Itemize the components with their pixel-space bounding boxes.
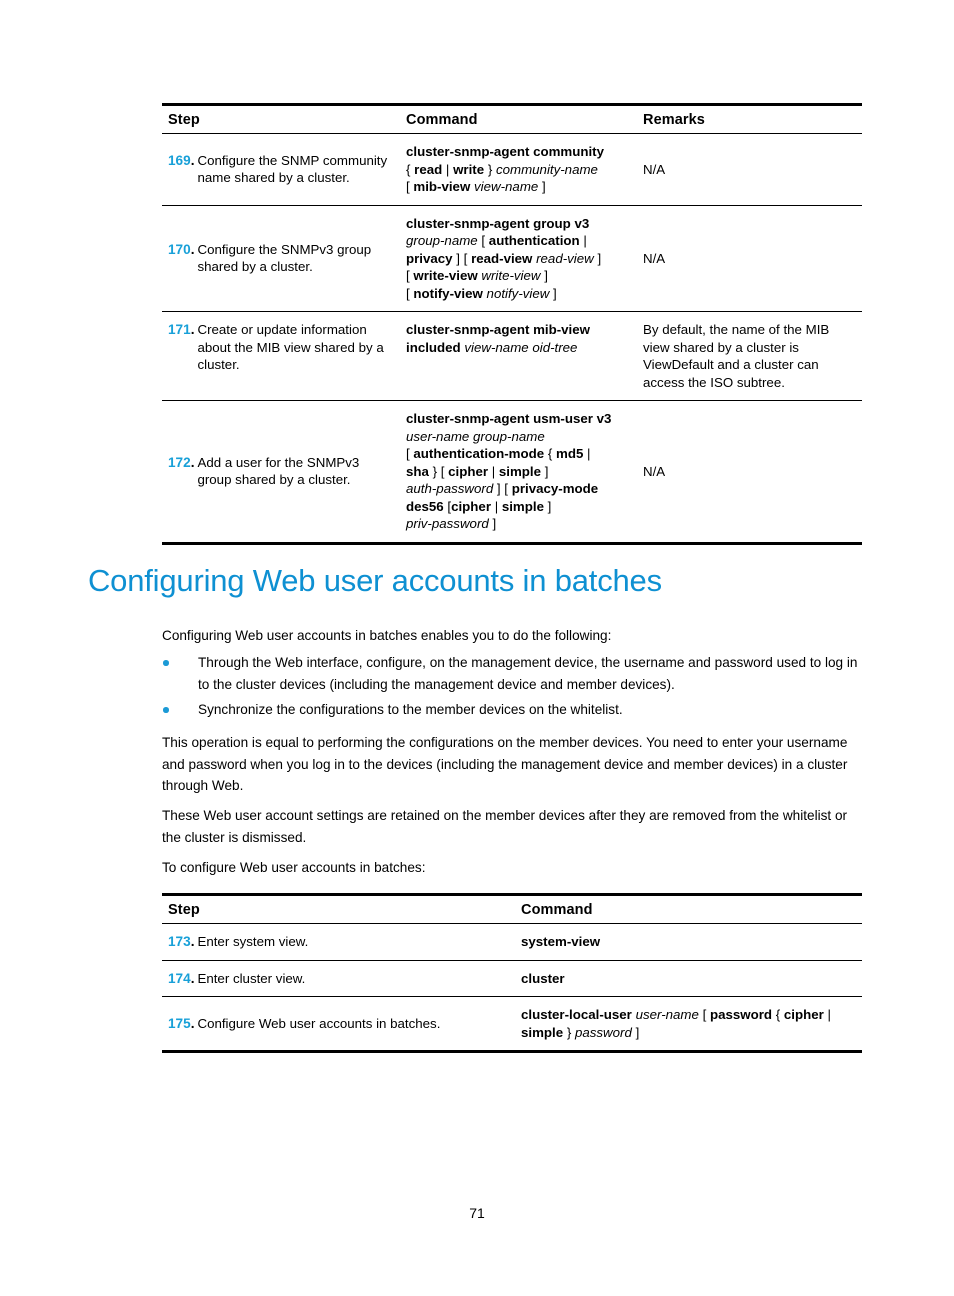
column-header-step: Step xyxy=(162,104,400,134)
table-header: Step Command xyxy=(162,894,862,924)
command-cell: cluster-snmp-agent group v3 group-name [ … xyxy=(400,205,637,312)
step-number: 171. xyxy=(168,322,195,337)
step-cell: 173. Enter system view. xyxy=(162,923,515,961)
column-header-step: Step xyxy=(162,894,515,924)
command-cell: cluster-snmp-agent mib-view included view… xyxy=(400,311,637,401)
step-description: Enter cluster view. xyxy=(197,970,306,986)
section-heading: Configuring Web user accounts in batches xyxy=(88,563,662,598)
step-number: 175. xyxy=(168,1015,195,1031)
step-cell: 174. Enter cluster view. xyxy=(162,960,515,997)
snmp-table-body: 169. Configure the SNMP community name sh… xyxy=(162,133,862,545)
step-number: 172. xyxy=(168,454,195,470)
document-page: Step Command Remarks 169. Configure the S… xyxy=(0,0,954,1296)
command-cell: system-view xyxy=(515,923,862,961)
step-number: 173. xyxy=(168,934,195,949)
step-cell: 171. Create or update information about t… xyxy=(162,311,400,401)
list-item-text: Through the Web interface, configure, on… xyxy=(198,655,858,692)
paragraph-settings-retained: These Web user account settings are reta… xyxy=(162,808,848,845)
column-header-remarks: Remarks xyxy=(637,104,862,134)
table-row: 173. Enter system view. system-view xyxy=(162,923,862,961)
paragraph-operation-equivalence: This operation is equal to performing th… xyxy=(162,735,848,793)
table-row: 171. Create or update information about t… xyxy=(162,311,862,401)
list-item: Through the Web interface, configure, on… xyxy=(162,652,865,695)
remarks-cell: N/A xyxy=(637,400,862,545)
table-row: 175. Configure Web user accounts in batch… xyxy=(162,996,862,1053)
step-cell: 175. Configure Web user accounts in batch… xyxy=(162,996,515,1053)
intro-paragraph: Configuring Web user accounts in batches… xyxy=(162,628,612,643)
web-table-body: 173. Enter system view. system-view 174. Ent… xyxy=(162,923,862,1053)
remarks-cell: By default, the name of the MIB view sha… xyxy=(637,311,862,401)
table-row: 170. Configure the SNMPv3 group shared by… xyxy=(162,205,862,312)
command-cell: cluster xyxy=(515,960,862,997)
step-cell: 169. Configure the SNMP community name sh… xyxy=(162,133,400,206)
step-cell: 172. Add a user for the SNMPv3 group shar… xyxy=(162,400,400,545)
remarks-cell: N/A xyxy=(637,133,862,206)
step-number: 169. xyxy=(168,152,195,168)
list-item-text: Synchronize the configurations to the me… xyxy=(198,702,623,717)
remarks-cell: N/A xyxy=(637,205,862,312)
list-item: Synchronize the configurations to the me… xyxy=(162,699,865,721)
column-header-command: Command xyxy=(400,104,637,134)
step-description: Enter system view. xyxy=(197,934,309,949)
step-number: 170. xyxy=(168,241,195,257)
web-user-accounts-table: Step Command 173. Enter system view. syste… xyxy=(162,893,862,1053)
command-cell: cluster-local-user user-name [ password … xyxy=(515,996,862,1053)
feature-bullet-list: Through the Web interface, configure, on… xyxy=(162,652,865,725)
command-cell: cluster-snmp-agent usm-user v3 user-name … xyxy=(400,400,637,545)
step-cell: 170. Configure the SNMPv3 group shared by… xyxy=(162,205,400,312)
table-row: 169. Configure the SNMP community name sh… xyxy=(162,133,862,206)
bullet-dot-icon xyxy=(163,660,169,666)
step-description: Add a user for the SNMPv3 group shared b… xyxy=(197,454,360,488)
step-description: Configure the SNMPv3 group shared by a c… xyxy=(197,241,372,275)
step-number: 174. xyxy=(168,970,195,986)
bullet-dot-icon xyxy=(163,707,169,713)
command-cell: cluster-snmp-agent community{ read | wri… xyxy=(400,133,637,206)
paragraph-to-configure: To configure Web user accounts in batche… xyxy=(162,860,426,875)
step-description: Create or update information about the M… xyxy=(197,322,384,372)
table-row: 172. Add a user for the SNMPv3 group shar… xyxy=(162,400,862,545)
snmp-commands-table: Step Command Remarks 169. Configure the S… xyxy=(162,103,862,545)
table-header: Step Command Remarks xyxy=(162,104,862,134)
step-description: Configure Web user accounts in batches. xyxy=(197,1015,441,1031)
step-description: Configure the SNMP community name shared… xyxy=(197,152,388,186)
table-row: 174. Enter cluster view. cluster xyxy=(162,960,862,997)
column-header-command: Command xyxy=(515,894,862,924)
page-number: 71 xyxy=(469,1205,485,1221)
